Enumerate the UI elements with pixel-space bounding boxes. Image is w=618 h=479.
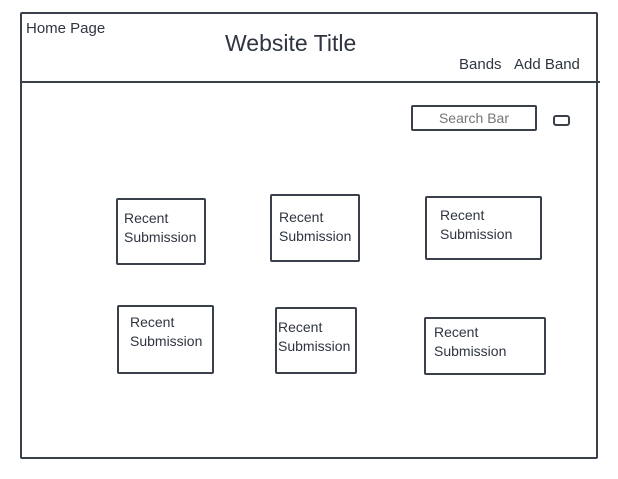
recent-submission-card[interactable]: Recent Submission <box>270 194 360 262</box>
card-label-line1: Recent <box>124 210 169 226</box>
card-label-line2: Submission <box>440 226 513 242</box>
recent-submission-card[interactable]: Recent Submission <box>275 307 357 374</box>
card-label-line2: Submission <box>434 343 507 359</box>
search-button[interactable] <box>553 115 570 126</box>
card-label-line1: Recent <box>440 207 485 223</box>
card-label-line2: Submission <box>278 338 351 354</box>
recent-submission-card[interactable]: Recent Submission <box>424 317 546 375</box>
card-label-line1: Recent <box>279 209 324 225</box>
recent-submission-card[interactable]: Recent Submission <box>117 305 214 374</box>
card-label-line2: Submission <box>130 333 203 349</box>
card-label-line2: Submission <box>124 229 197 245</box>
card-label-line1: Recent <box>278 319 323 335</box>
card-label-line1: Recent <box>130 314 175 330</box>
nav-bands-link[interactable]: Bands <box>459 56 502 73</box>
home-page-link[interactable]: Home Page <box>26 20 105 37</box>
recent-submission-card[interactable]: Recent Submission <box>116 198 206 265</box>
site-title: Website Title <box>225 30 357 56</box>
nav-add-band-link[interactable]: Add Band <box>514 56 580 73</box>
search-input[interactable] <box>411 105 537 131</box>
recent-submission-card[interactable]: Recent Submission <box>425 196 542 260</box>
card-label-line1: Recent <box>434 324 479 340</box>
card-label-line2: Submission <box>279 228 352 244</box>
